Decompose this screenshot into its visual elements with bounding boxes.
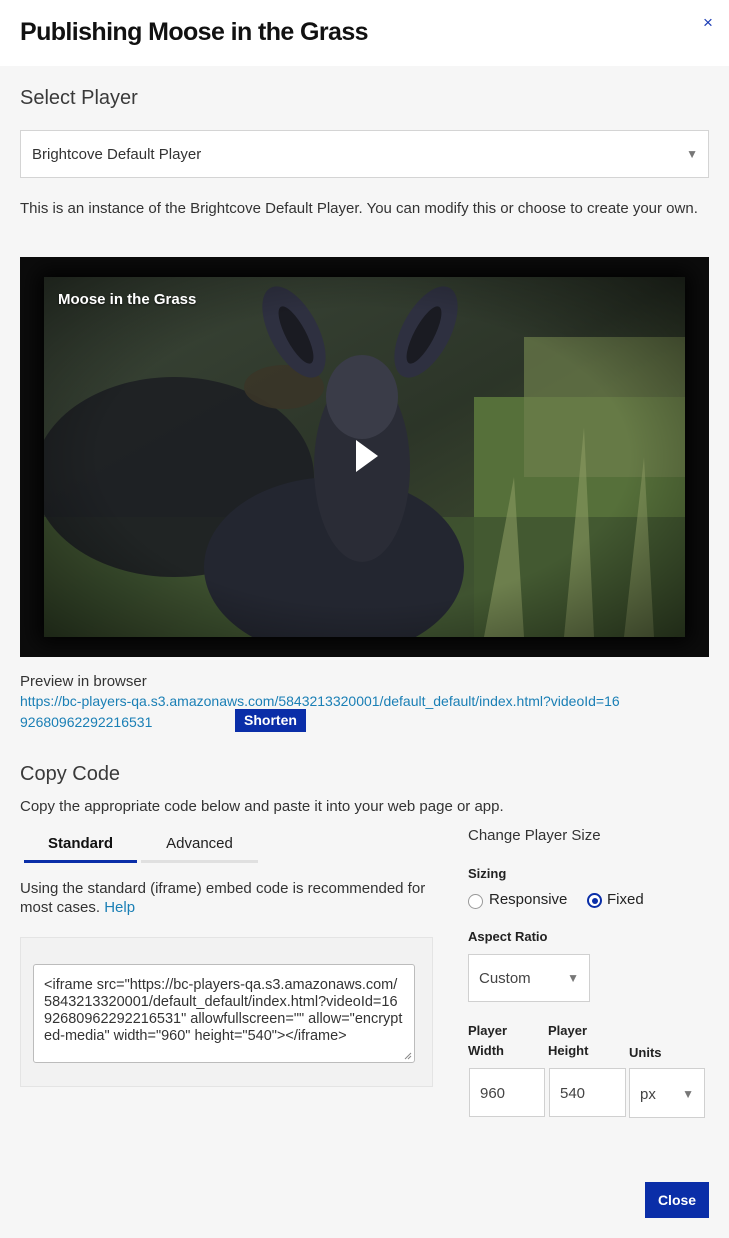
- change-player-size-heading: Change Player Size: [468, 827, 601, 844]
- sizing-label: Sizing: [468, 866, 507, 881]
- aspect-ratio-select[interactable]: Custom ▼: [468, 954, 590, 1002]
- preview-url[interactable]: https://bc-players-qa.s3.amazonaws.com/5…: [20, 693, 620, 730]
- radio-fixed-label[interactable]: Fixed: [607, 891, 644, 908]
- select-player-heading: Select Player: [20, 87, 138, 109]
- player-height-label: Player Height: [548, 1023, 589, 1058]
- close-icon[interactable]: ×: [700, 14, 716, 32]
- tab-advanced-label: Advanced: [166, 835, 233, 852]
- aspect-ratio-value: Custom: [479, 970, 531, 987]
- dialog-header: Publishing Moose in the Grass ×: [0, 0, 729, 66]
- dialog-title: Publishing Moose in the Grass: [20, 18, 369, 46]
- radio-responsive[interactable]: [468, 894, 483, 909]
- radio-responsive-label[interactable]: Responsive: [489, 891, 567, 908]
- units-label: Units: [629, 1045, 662, 1060]
- help-link[interactable]: Help: [104, 899, 135, 916]
- embed-code: <iframe src="https://bc-players-qa.s3.am…: [44, 977, 403, 1044]
- player-description: This is an instance of the Brightcove De…: [20, 200, 698, 217]
- player-width-value: 960: [480, 1085, 506, 1102]
- embed-note-text: Using the standard (iframe) embed code i…: [20, 880, 426, 916]
- chevron-down-icon: ▼: [567, 971, 579, 985]
- player-width-label: Player Width: [468, 1023, 508, 1058]
- units-value: px: [640, 1086, 656, 1103]
- shorten-button[interactable]: Shorten: [235, 709, 306, 732]
- units-select[interactable]: px ▼: [629, 1068, 705, 1118]
- play-icon[interactable]: [354, 438, 380, 474]
- radio-fixed[interactable]: [587, 893, 602, 908]
- close-button[interactable]: Close: [645, 1182, 709, 1218]
- aspect-ratio-label: Aspect Ratio: [468, 929, 548, 944]
- tab-standard-label: Standard: [47, 835, 113, 852]
- tab-standard[interactable]: Standard: [24, 834, 137, 863]
- preview-label: Preview in browser: [20, 673, 147, 690]
- video-preview[interactable]: Moose in the Grass: [20, 257, 709, 657]
- chevron-down-icon: ▼: [686, 147, 698, 161]
- resize-grip-icon[interactable]: [404, 1052, 412, 1060]
- code-panel: <iframe src="https://bc-players-qa.s3.am…: [20, 937, 433, 1087]
- chevron-down-icon: ▼: [682, 1087, 694, 1101]
- video-title: Moose in the Grass: [58, 291, 197, 308]
- player-select[interactable]: Brightcove Default Player ▼: [20, 130, 709, 178]
- player-select-value: Brightcove Default Player: [32, 146, 202, 163]
- embed-note: Using the standard (iframe) embed code i…: [20, 879, 430, 917]
- embed-code-textarea[interactable]: <iframe src="https://bc-players-qa.s3.am…: [33, 964, 415, 1063]
- tab-advanced[interactable]: Advanced: [141, 834, 258, 863]
- preview-url-link[interactable]: https://bc-players-qa.s3.amazonaws.com/5…: [20, 691, 620, 733]
- player-width-input[interactable]: 960: [469, 1068, 545, 1117]
- player-height-input[interactable]: 540: [549, 1068, 626, 1117]
- copy-code-description: Copy the appropriate code below and past…: [20, 798, 504, 815]
- player-height-value: 540: [560, 1085, 586, 1102]
- copy-code-heading: Copy Code: [20, 763, 121, 785]
